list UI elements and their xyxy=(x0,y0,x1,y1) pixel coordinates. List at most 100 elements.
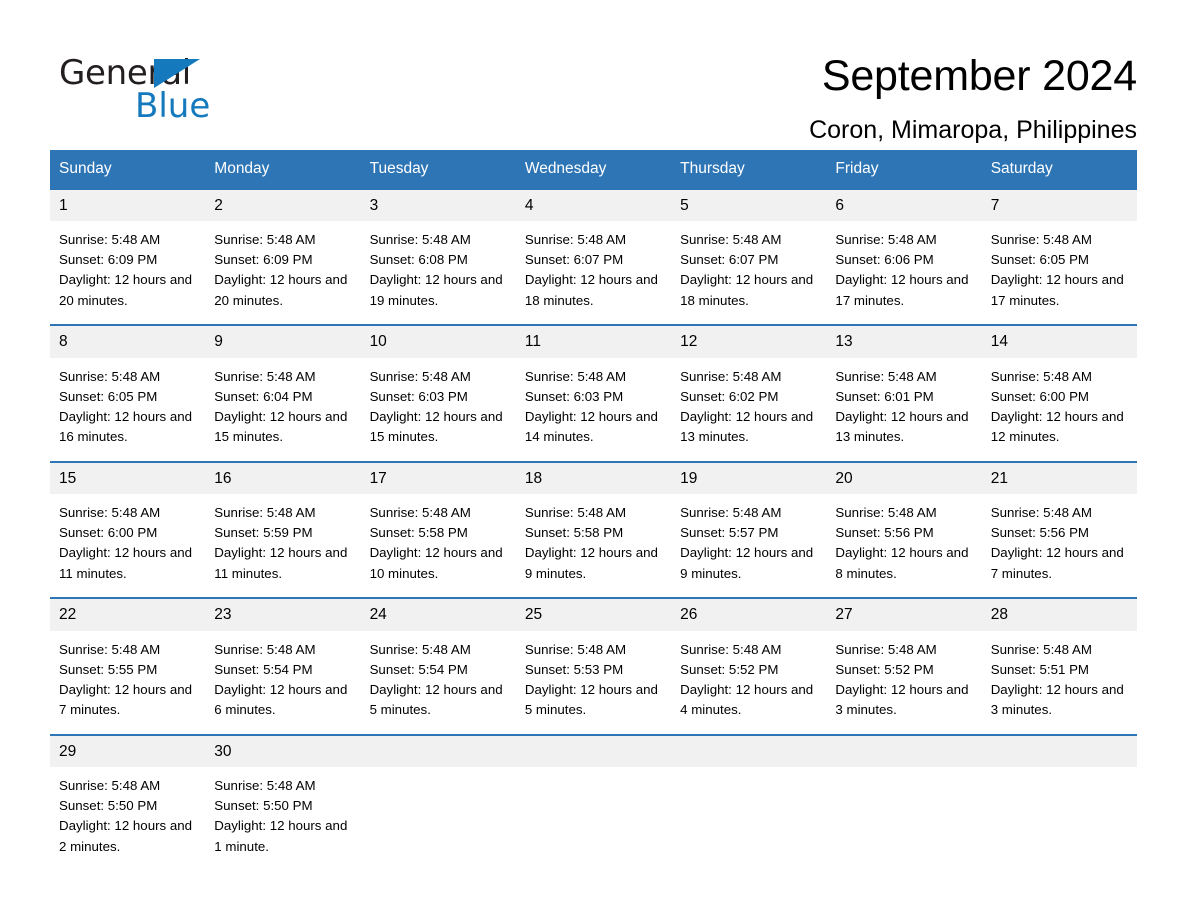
day-number[interactable]: 1 xyxy=(50,190,205,222)
day-cell[interactable]: Sunrise: 5:48 AM Sunset: 5:50 PM Dayligh… xyxy=(50,767,205,877)
day-cell[interactable]: Sunrise: 5:48 AM Sunset: 5:58 PM Dayligh… xyxy=(516,494,671,597)
daylight-text: Daylight: 12 hours and 13 minutes. xyxy=(680,408,814,445)
day-cell[interactable]: Sunrise: 5:48 AM Sunset: 6:09 PM Dayligh… xyxy=(205,221,360,324)
sunset-text: Sunset: 5:56 PM xyxy=(990,525,1090,541)
day-cell[interactable]: Sunrise: 5:48 AM Sunset: 5:58 PM Dayligh… xyxy=(361,494,516,597)
sunset-text: Sunset: 6:04 PM xyxy=(214,388,313,404)
day-cell[interactable]: Sunrise: 5:48 AM Sunset: 5:52 PM Dayligh… xyxy=(671,631,826,734)
sunset-text: Sunset: 6:09 PM xyxy=(59,252,158,268)
sunrise-text: Sunrise: 5:48 AM xyxy=(524,641,627,657)
day-cell[interactable]: Sunrise: 5:48 AM Sunset: 5:56 PM Dayligh… xyxy=(982,494,1137,597)
day-number[interactable]: 21 xyxy=(982,463,1137,495)
day-cell[interactable]: Sunrise: 5:48 AM Sunset: 6:00 PM Dayligh… xyxy=(50,494,205,597)
sunrise-text: Sunrise: 5:48 AM xyxy=(214,505,316,520)
sunrise-text: Sunrise: 5:48 AM xyxy=(524,232,627,247)
day-cell[interactable]: Sunrise: 5:48 AM Sunset: 5:57 PM Dayligh… xyxy=(671,494,826,597)
sunset-text: Sunset: 6:05 PM xyxy=(59,388,158,404)
day-number[interactable]: 15 xyxy=(50,463,205,495)
daylight-text: Daylight: 12 hours and 17 minutes. xyxy=(990,272,1124,308)
weekday-header-monday: Monday xyxy=(214,160,270,177)
day-number[interactable]: 9 xyxy=(205,326,360,358)
day-cell[interactable]: Sunrise: 5:48 AM Sunset: 5:55 PM Dayligh… xyxy=(50,631,205,734)
sunrise-text: Sunrise: 5:48 AM xyxy=(835,641,937,657)
day-number[interactable]: 8 xyxy=(50,326,205,358)
day-cell[interactable]: Sunrise: 5:48 AM Sunset: 5:53 PM Dayligh… xyxy=(516,631,671,734)
day-cell[interactable]: Sunrise: 5:48 AM Sunset: 6:03 PM Dayligh… xyxy=(516,358,671,461)
day-cell[interactable]: Sunrise: 5:48 AM Sunset: 5:54 PM Dayligh… xyxy=(361,631,516,734)
day-cell[interactable]: Sunrise: 5:48 AM Sunset: 5:50 PM Dayligh… xyxy=(205,767,360,877)
day-number[interactable]: 22 xyxy=(50,599,205,631)
sunset-text: Sunset: 6:00 PM xyxy=(59,525,158,541)
sunset-text: Sunset: 6:02 PM xyxy=(680,388,779,404)
day-cell[interactable]: Sunrise: 5:48 AM Sunset: 6:05 PM Dayligh… xyxy=(982,221,1137,324)
day-cell[interactable]: Sunrise: 5:48 AM Sunset: 6:01 PM Dayligh… xyxy=(826,358,981,461)
daylight-text: Daylight: 12 hours and 20 minutes. xyxy=(59,272,193,308)
daylight-text: Daylight: 12 hours and 10 minutes. xyxy=(369,545,503,581)
day-number[interactable]: 12 xyxy=(671,326,826,358)
day-cell[interactable]: Sunrise: 5:48 AM Sunset: 6:07 PM Dayligh… xyxy=(671,221,826,324)
day-number[interactable]: 5 xyxy=(671,190,826,222)
sunrise-text: Sunrise: 5:48 AM xyxy=(59,778,161,793)
sunrise-text: Sunrise: 5:48 AM xyxy=(990,368,1092,384)
day-number[interactable]: 4 xyxy=(516,190,671,222)
day-number[interactable]: 6 xyxy=(826,190,981,222)
weekday-header-tuesday: Tuesday xyxy=(369,160,429,177)
day-number[interactable]: 3 xyxy=(361,190,516,222)
day-cell[interactable]: Sunrise: 5:48 AM Sunset: 6:02 PM Dayligh… xyxy=(671,358,826,461)
day-number-empty xyxy=(826,736,981,768)
day-cell[interactable]: Sunrise: 5:48 AM Sunset: 6:00 PM Dayligh… xyxy=(982,358,1137,461)
day-cell[interactable]: Sunrise: 5:48 AM Sunset: 6:09 PM Dayligh… xyxy=(50,221,205,324)
day-number[interactable]: 11 xyxy=(516,326,671,358)
day-number[interactable]: 24 xyxy=(361,599,516,631)
daylight-text: Daylight: 12 hours and 9 minutes. xyxy=(680,545,814,581)
day-cell[interactable]: Sunrise: 5:48 AM Sunset: 5:51 PM Dayligh… xyxy=(982,631,1137,734)
sunrise-text: Sunrise: 5:48 AM xyxy=(369,232,471,247)
sunrise-text: Sunrise: 5:48 AM xyxy=(214,641,316,657)
week-cells: Sunrise: 5:48 AM Sunset: 5:55 PM Dayligh… xyxy=(50,631,1137,734)
sunrise-text: Sunrise: 5:48 AM xyxy=(680,368,782,384)
page-title: September 2024 xyxy=(821,52,1137,100)
day-number[interactable]: 13 xyxy=(826,326,981,358)
sunset-text: Sunset: 5:58 PM xyxy=(524,525,624,541)
day-number[interactable]: 27 xyxy=(826,599,981,631)
day-number[interactable]: 19 xyxy=(671,463,826,495)
day-number[interactable]: 7 xyxy=(982,190,1137,222)
day-cell[interactable]: Sunrise: 5:48 AM Sunset: 6:03 PM Dayligh… xyxy=(361,358,516,461)
day-number[interactable]: 28 xyxy=(982,599,1137,631)
day-cell[interactable]: Sunrise: 5:48 AM Sunset: 6:06 PM Dayligh… xyxy=(826,221,981,324)
sunset-text: Sunset: 5:50 PM xyxy=(59,798,158,814)
day-number[interactable]: 14 xyxy=(982,326,1137,358)
page-subtitle: Coron, Mimaropa, Philippines xyxy=(809,116,1137,144)
sunset-text: Sunset: 5:53 PM xyxy=(524,661,624,677)
day-cell[interactable]: Sunrise: 5:48 AM Sunset: 6:04 PM Dayligh… xyxy=(205,358,360,461)
week-cells: Sunrise: 5:48 AM Sunset: 6:05 PM Dayligh… xyxy=(50,358,1137,461)
day-number[interactable]: 18 xyxy=(516,463,671,495)
sunrise-text: Sunrise: 5:48 AM xyxy=(214,778,316,793)
day-number[interactable]: 29 xyxy=(50,736,205,768)
day-cell[interactable]: Sunrise: 5:48 AM Sunset: 5:56 PM Dayligh… xyxy=(826,494,981,597)
day-cell[interactable]: Sunrise: 5:48 AM Sunset: 6:05 PM Dayligh… xyxy=(50,358,205,461)
day-cell[interactable]: Sunrise: 5:48 AM Sunset: 5:52 PM Dayligh… xyxy=(826,631,981,734)
sunset-text: Sunset: 5:58 PM xyxy=(369,525,468,541)
day-cell[interactable]: Sunrise: 5:48 AM Sunset: 6:07 PM Dayligh… xyxy=(516,221,671,324)
sunrise-text: Sunrise: 5:48 AM xyxy=(369,641,471,657)
day-number[interactable]: 20 xyxy=(826,463,981,495)
sunrise-text: Sunrise: 5:48 AM xyxy=(59,232,161,247)
day-cell[interactable]: Sunrise: 5:48 AM Sunset: 6:08 PM Dayligh… xyxy=(361,221,516,324)
day-number[interactable]: 2 xyxy=(205,190,360,222)
day-number[interactable]: 17 xyxy=(361,463,516,495)
day-number[interactable]: 26 xyxy=(671,599,826,631)
day-number[interactable]: 30 xyxy=(205,736,360,768)
day-number[interactable]: 10 xyxy=(361,326,516,358)
day-number[interactable]: 23 xyxy=(205,599,360,631)
day-number[interactable]: 25 xyxy=(516,599,671,631)
calendar-table: Sunday Monday Tuesday Wednesday Thursday… xyxy=(50,150,1137,877)
calendar-week-row: 29 30 Sunrise: 5:48 AM Sunset: 5:50 PM D… xyxy=(50,733,1137,878)
day-cell[interactable]: Sunrise: 5:48 AM Sunset: 5:59 PM Dayligh… xyxy=(205,494,360,597)
calendar-week-row: 8 9 10 11 12 13 14 Sunrise: 5:48 AM Suns… xyxy=(50,324,1137,461)
sunrise-text: Sunrise: 5:48 AM xyxy=(990,641,1092,657)
day-cell[interactable]: Sunrise: 5:48 AM Sunset: 5:54 PM Dayligh… xyxy=(205,631,360,734)
calendar-page: General Blue September 2024 Coron, Mimar… xyxy=(0,0,1188,918)
day-number[interactable]: 16 xyxy=(205,463,360,495)
sunset-text: Sunset: 6:09 PM xyxy=(214,252,313,268)
